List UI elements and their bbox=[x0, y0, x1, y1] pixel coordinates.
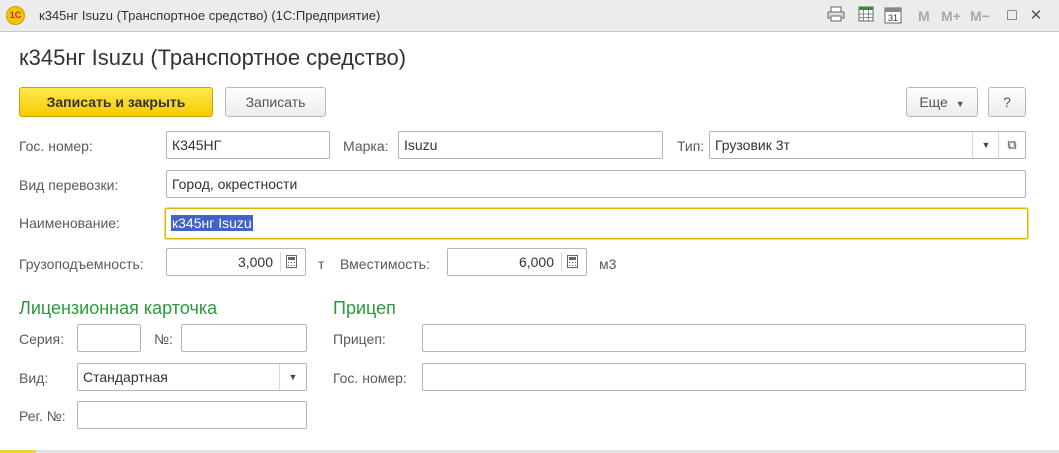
gos-nomer-label: Гос. номер: bbox=[19, 138, 93, 154]
naimenovanie-field[interactable]: к345нг Isuzu bbox=[165, 208, 1028, 239]
reg-nomer-label: Рег. №: bbox=[19, 408, 66, 424]
reg-nomer-field[interactable] bbox=[77, 401, 307, 429]
spreadsheet-icon[interactable] bbox=[856, 6, 876, 26]
tip-value: Грузовик 3т bbox=[715, 137, 790, 153]
vmestimost-field[interactable]: 6,000 bbox=[447, 248, 587, 276]
tip-field[interactable]: Грузовик 3т ▼ ⧉ bbox=[709, 131, 1026, 159]
vid-label: Вид: bbox=[19, 370, 49, 386]
maximize-icon[interactable]: □ bbox=[1003, 6, 1021, 26]
marka-field[interactable]: Isuzu bbox=[398, 131, 663, 159]
trailer-section-title: Прицеп bbox=[333, 298, 396, 318]
gruzopodemnost-value: 3,000 bbox=[237, 254, 273, 270]
calculator-icon[interactable] bbox=[280, 252, 303, 272]
nomer-field[interactable] bbox=[181, 324, 307, 352]
pricep-field[interactable] bbox=[422, 324, 1026, 352]
window-title: к345нг Isuzu (Транспортное средство) (1С… bbox=[39, 8, 381, 23]
gos-nomer-field[interactable]: К345НГ bbox=[166, 131, 330, 159]
vid-perevozki-field[interactable]: Город, окрестности bbox=[166, 170, 1026, 198]
chevron-down-icon: ▼ bbox=[955, 99, 965, 109]
memory-mminus-button[interactable]: M− bbox=[970, 6, 990, 26]
tip-dropdown-icon[interactable]: ▼ bbox=[972, 132, 999, 158]
help-button[interactable]: ? bbox=[988, 87, 1026, 117]
save-button[interactable]: Записать bbox=[225, 87, 326, 117]
gruzopodemnost-unit: т bbox=[318, 256, 325, 272]
calculator-icon[interactable] bbox=[561, 252, 584, 272]
more-button-label: Еще bbox=[919, 94, 948, 110]
close-icon[interactable]: ✕ bbox=[1027, 6, 1045, 26]
vid-field[interactable]: Стандартная ▼ bbox=[77, 363, 307, 391]
memory-mplus-button[interactable]: M+ bbox=[941, 6, 961, 26]
open-form-icon[interactable]: ⧉ bbox=[998, 132, 1025, 158]
vmestimost-label: Вместимость: bbox=[340, 256, 430, 272]
nomer-label: №: bbox=[154, 331, 173, 347]
naimenovanie-selected-text: к345нг Isuzu bbox=[171, 215, 253, 231]
more-button[interactable]: Еще ▼ bbox=[906, 87, 978, 117]
gruzopodemnost-field[interactable]: 3,000 bbox=[166, 248, 306, 276]
tip-label: Тип: bbox=[677, 138, 705, 154]
vmestimost-unit: м3 bbox=[599, 256, 617, 272]
calendar-icon[interactable]: 31 bbox=[883, 6, 903, 26]
vid-perevozki-label: Вид перевозки: bbox=[19, 177, 119, 193]
license-card-section-title: Лицензионная карточка bbox=[19, 298, 218, 318]
trailer-gos-nomer-label: Гос. номер: bbox=[333, 370, 407, 386]
vid-value: Стандартная bbox=[83, 369, 168, 385]
pricep-label: Прицеп: bbox=[333, 331, 386, 347]
marka-label: Марка: bbox=[343, 138, 389, 154]
naimenovanie-label: Наименование: bbox=[19, 215, 120, 231]
seriya-label: Серия: bbox=[19, 331, 64, 347]
memory-m-button[interactable]: M bbox=[918, 6, 930, 26]
save-and-close-button[interactable]: Записать и закрыть bbox=[19, 87, 213, 117]
calendar-day: 31 bbox=[888, 13, 898, 23]
form-title: к345нг Isuzu (Транспортное средство) bbox=[19, 45, 407, 70]
gruzopodemnost-label: Грузоподъемность: bbox=[19, 256, 144, 272]
app-logo[interactable]: 1С bbox=[6, 6, 25, 25]
seriya-field[interactable] bbox=[77, 324, 141, 352]
trailer-gos-nomer-field[interactable] bbox=[422, 363, 1026, 391]
printer-icon[interactable] bbox=[826, 6, 846, 26]
vid-dropdown-icon[interactable]: ▼ bbox=[279, 364, 306, 390]
vmestimost-value: 6,000 bbox=[518, 254, 554, 270]
